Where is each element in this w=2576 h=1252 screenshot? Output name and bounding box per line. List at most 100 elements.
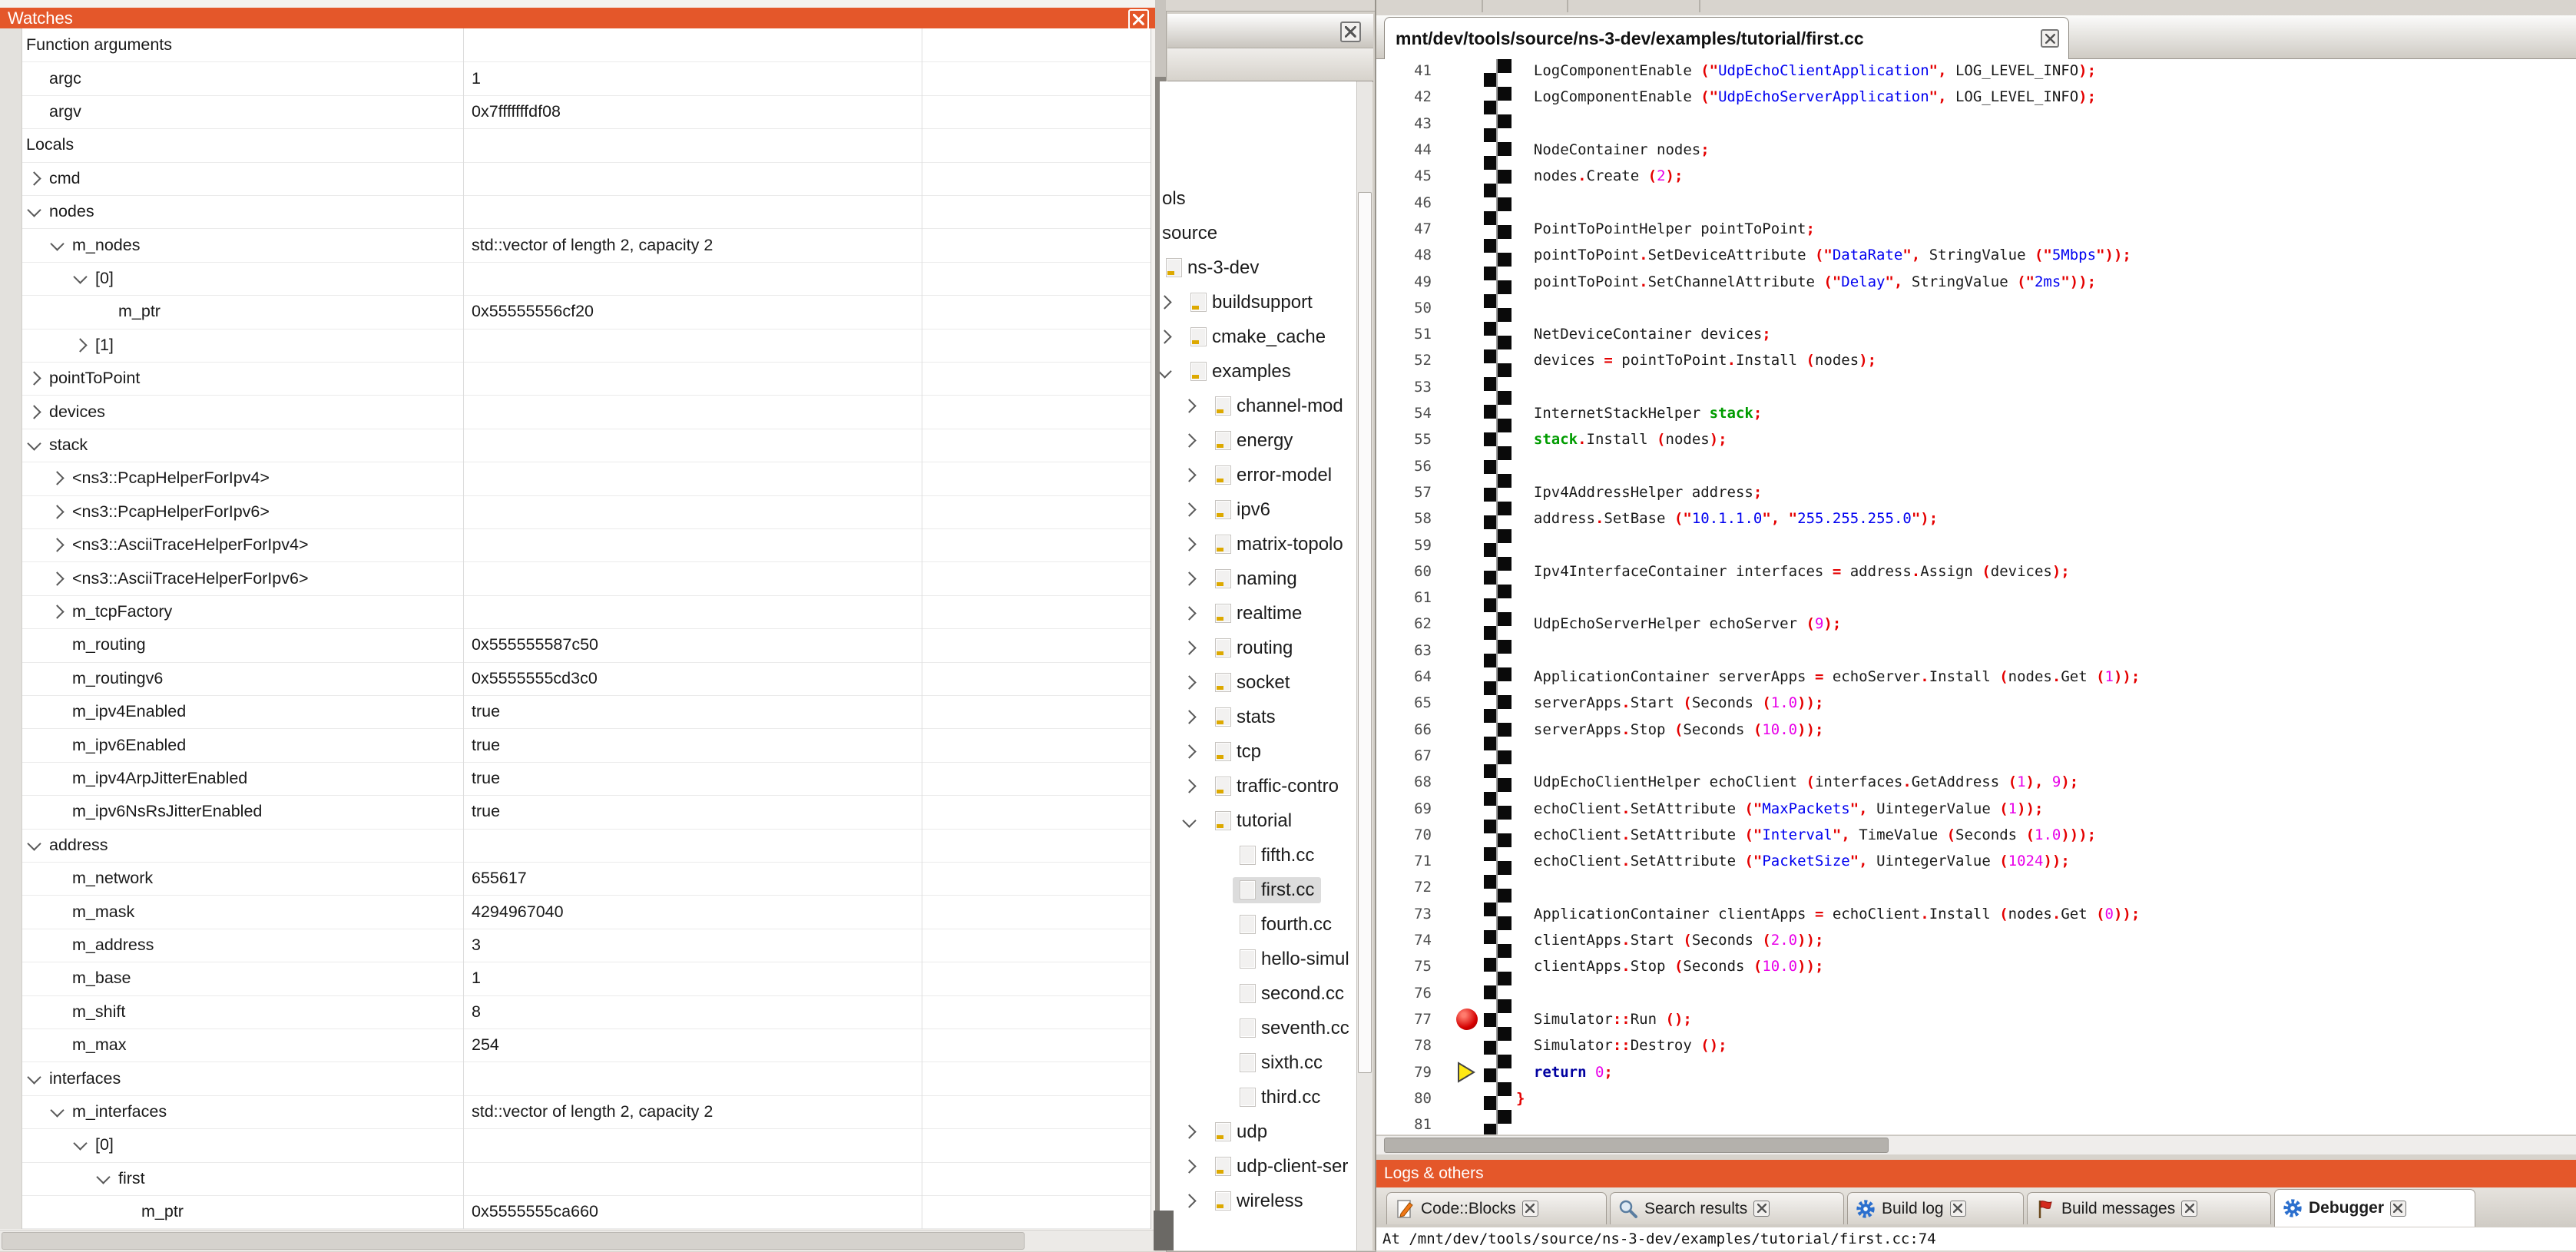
- watch-row[interactable]: first: [0, 1162, 1151, 1196]
- logs-tab-code-blocks[interactable]: Code::Blocks: [1386, 1192, 1607, 1224]
- expand-icon[interactable]: [1182, 641, 1196, 654]
- expand-icon[interactable]: [1160, 330, 1172, 343]
- watch-row[interactable]: m_interfacesstd::vector of length 2, cap…: [0, 1095, 1151, 1129]
- watch-row[interactable]: <ns3::AsciiTraceHelperForIpv4>: [0, 528, 1151, 562]
- code-line-80[interactable]: 80}: [1376, 1085, 2576, 1111]
- code-line-60[interactable]: 60 Ipv4InterfaceContainer interfaces = a…: [1376, 558, 2576, 585]
- line-number[interactable]: 66: [1384, 721, 1432, 738]
- collapse-icon[interactable]: [27, 836, 41, 850]
- watch-row[interactable]: m_max254: [0, 1028, 1151, 1062]
- line-number[interactable]: 45: [1384, 167, 1432, 184]
- expand-icon[interactable]: [50, 505, 64, 518]
- tree-item-source[interactable]: source: [1160, 216, 1356, 250]
- code-line-78[interactable]: 78 Simulator::Destroy ();: [1376, 1032, 2576, 1058]
- code-line-44[interactable]: 44 NodeContainer nodes;: [1376, 137, 2576, 163]
- tree-item-examples[interactable]: examples: [1160, 354, 1356, 389]
- collapse-icon[interactable]: [50, 1103, 64, 1117]
- line-number[interactable]: 58: [1384, 510, 1432, 527]
- watch-row[interactable]: cmd: [0, 162, 1151, 196]
- line-number[interactable]: 81: [1384, 1116, 1432, 1133]
- code-line-54[interactable]: 54 InternetStackHelper stack;: [1376, 400, 2576, 426]
- tree-item-udp[interactable]: udp: [1160, 1115, 1356, 1149]
- watch-row[interactable]: Locals: [0, 128, 1151, 162]
- line-number[interactable]: 49: [1384, 273, 1432, 290]
- expand-icon[interactable]: [1182, 710, 1196, 724]
- expand-icon[interactable]: [1182, 744, 1196, 758]
- collapse-icon[interactable]: [1182, 813, 1196, 827]
- code-line-41[interactable]: 41 LogComponentEnable ("UdpEchoClientApp…: [1376, 59, 2576, 84]
- gutter-checker[interactable]: [1484, 59, 1511, 1134]
- line-number[interactable]: 46: [1384, 194, 1432, 211]
- code-line-71[interactable]: 71 echoClient.SetAttribute ("PacketSize"…: [1376, 848, 2576, 874]
- line-number[interactable]: 54: [1384, 405, 1432, 422]
- expand-icon[interactable]: [1182, 779, 1196, 793]
- watch-row[interactable]: m_routingv60x5555555cd3c0: [0, 662, 1151, 696]
- watch-row[interactable]: m_ipv6NsRsJitterEnabledtrue: [0, 795, 1151, 829]
- watch-row[interactable]: address: [0, 829, 1151, 863]
- code-line-56[interactable]: 56: [1376, 453, 2576, 479]
- code-line-75[interactable]: 75 clientApps.Stop (Seconds (10.0));: [1376, 953, 2576, 979]
- expand-icon[interactable]: [1182, 537, 1196, 551]
- code-line-61[interactable]: 61: [1376, 585, 2576, 611]
- code-line-77[interactable]: 77 Simulator::Run ();: [1376, 1006, 2576, 1032]
- watches-hscrollbar-thumb[interactable]: [2, 1232, 1025, 1250]
- expand-icon[interactable]: [1182, 571, 1196, 585]
- expand-icon[interactable]: [1182, 675, 1196, 689]
- line-number[interactable]: 80: [1384, 1090, 1432, 1107]
- collapse-icon[interactable]: [73, 1137, 87, 1151]
- current-line-arrow-icon[interactable]: [1456, 1059, 1487, 1085]
- code-line-48[interactable]: 48 pointToPoint.SetDeviceAttribute ("Dat…: [1376, 242, 2576, 268]
- logs-tab-build-messages[interactable]: Build messages: [2027, 1192, 2271, 1224]
- line-number[interactable]: 61: [1384, 589, 1432, 606]
- tree-item-hello-simul[interactable]: hello-simul: [1160, 942, 1356, 976]
- watch-row[interactable]: m_base1: [0, 962, 1151, 995]
- code-line-63[interactable]: 63: [1376, 638, 2576, 664]
- line-number[interactable]: 53: [1384, 379, 1432, 396]
- watch-row[interactable]: <ns3::PcapHelperForIpv4>: [0, 462, 1151, 495]
- line-number[interactable]: 41: [1384, 62, 1432, 79]
- line-number[interactable]: 63: [1384, 642, 1432, 659]
- line-number[interactable]: 44: [1384, 141, 1432, 158]
- watch-row[interactable]: m_ipv6Enabledtrue: [0, 728, 1151, 762]
- code-line-69[interactable]: 69 echoClient.SetAttribute ("MaxPackets"…: [1376, 795, 2576, 821]
- watch-row[interactable]: <ns3::AsciiTraceHelperForIpv6>: [0, 561, 1151, 595]
- tree-item-fourth-cc[interactable]: fourth.cc: [1160, 907, 1356, 942]
- tree-item-tcp[interactable]: tcp: [1160, 734, 1356, 769]
- code-line-49[interactable]: 49 pointToPoint.SetChannelAttribute ("De…: [1376, 268, 2576, 294]
- tree-item-traffic-contro[interactable]: traffic-contro: [1160, 769, 1356, 803]
- editor-hscrollbar-thumb[interactable]: [1384, 1138, 1889, 1153]
- watch-row[interactable]: m_mask4294967040: [0, 895, 1151, 929]
- code-line-81[interactable]: 81: [1376, 1111, 2576, 1134]
- line-number[interactable]: 67: [1384, 747, 1432, 764]
- close-icon[interactable]: [2390, 1201, 2406, 1217]
- logs-titlebar[interactable]: Logs & others: [1376, 1160, 2576, 1187]
- watch-row[interactable]: nodes: [0, 195, 1151, 229]
- code-line-51[interactable]: 51 NetDeviceContainer devices;: [1376, 321, 2576, 347]
- code-line-72[interactable]: 72: [1376, 874, 2576, 900]
- expand-icon[interactable]: [1182, 433, 1196, 447]
- line-number[interactable]: 68: [1384, 773, 1432, 790]
- collapse-icon[interactable]: [27, 203, 41, 217]
- watch-row[interactable]: [0]: [0, 262, 1151, 296]
- line-number[interactable]: 55: [1384, 431, 1432, 448]
- tree-item-error-model[interactable]: error-model: [1160, 458, 1356, 492]
- tree-item-wireless[interactable]: wireless: [1160, 1184, 1356, 1218]
- collapse-icon[interactable]: [50, 237, 64, 250]
- code-line-68[interactable]: 68 UdpEchoClientHelper echoClient (inter…: [1376, 769, 2576, 795]
- tree-item-realtime[interactable]: realtime: [1160, 596, 1356, 631]
- code-line-64[interactable]: 64 ApplicationContainer serverApps = ech…: [1376, 664, 2576, 690]
- watch-row[interactable]: argv0x7fffffffdf08: [0, 95, 1151, 129]
- line-number[interactable]: 51: [1384, 326, 1432, 343]
- expand-icon[interactable]: [1182, 1159, 1196, 1173]
- watch-row[interactable]: argc1: [0, 61, 1151, 95]
- tree-item-routing[interactable]: routing: [1160, 631, 1356, 665]
- line-number[interactable]: 70: [1384, 826, 1432, 843]
- watch-row[interactable]: stack: [0, 429, 1151, 462]
- line-number[interactable]: 59: [1384, 537, 1432, 554]
- expand-icon[interactable]: [27, 371, 41, 385]
- tree-item-naming[interactable]: naming: [1160, 561, 1356, 596]
- close-icon[interactable]: [1340, 22, 1361, 42]
- expand-icon[interactable]: [50, 472, 64, 485]
- watch-row[interactable]: pointToPoint: [0, 362, 1151, 396]
- line-number[interactable]: 71: [1384, 853, 1432, 869]
